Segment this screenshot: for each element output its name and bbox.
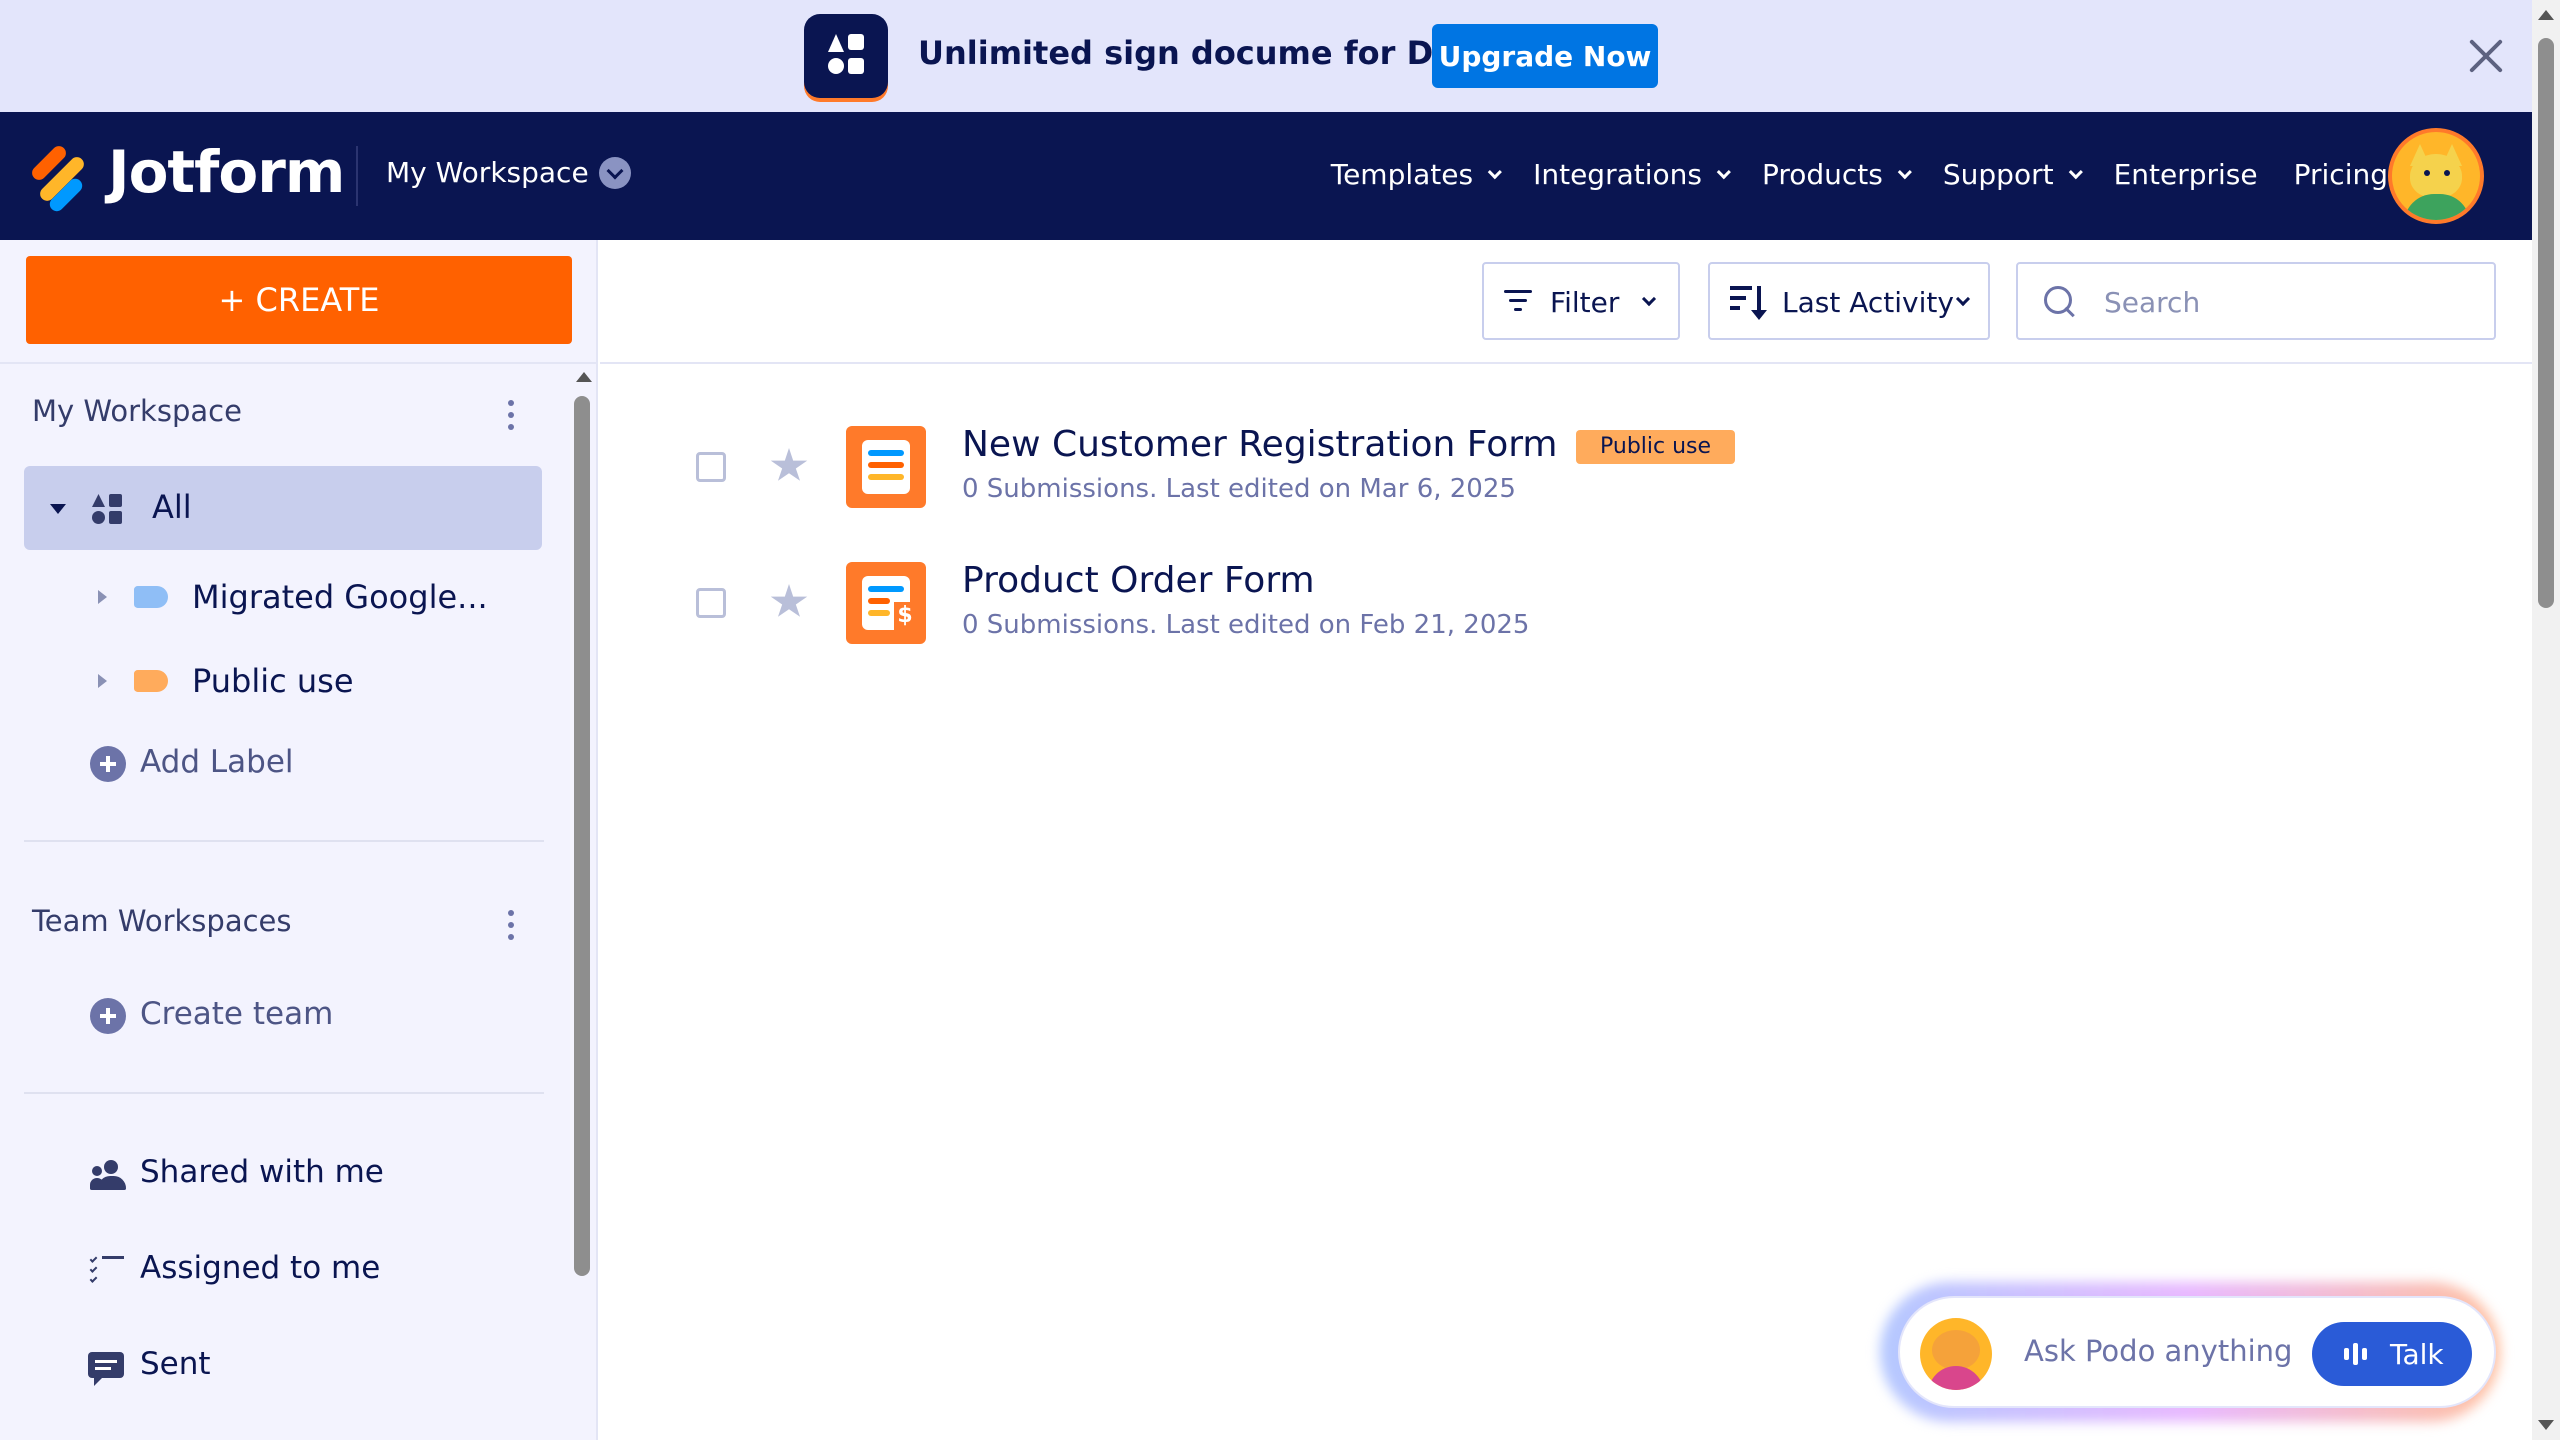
sent-message-icon (88, 1352, 124, 1386)
form-title[interactable]: Product Order Form (962, 560, 1315, 601)
form-icon (846, 426, 926, 508)
podo-avatar (1920, 1318, 1992, 1390)
nav-templates[interactable]: Templates (1331, 158, 1502, 191)
scrollbar-thumb[interactable] (574, 396, 590, 1276)
apps-grid-icon (92, 494, 124, 524)
caret-right-icon[interactable] (98, 590, 107, 604)
promo-text: Unlimited sign docume for Demo (918, 34, 1511, 72)
search-input[interactable] (2104, 274, 2484, 330)
jotform-logo-text[interactable]: Jotform (108, 138, 345, 206)
nav-divider (356, 146, 358, 206)
nav-pricing[interactable]: Pricing (2294, 158, 2388, 191)
sidebar: + CREATE My Workspace All Migrated Googl… (0, 240, 598, 1440)
chevron-down-icon (1955, 291, 1971, 307)
form-row-product-order[interactable]: $ Product Order Form 0 Submissions. Last… (600, 548, 2500, 658)
caret-down-icon[interactable] (50, 504, 66, 514)
ask-podo-widget[interactable]: Ask Podo anything Talk (1898, 1296, 2496, 1408)
add-label-icon[interactable] (90, 746, 126, 782)
sidebar-label-migrated-google[interactable]: Migrated Google... (0, 566, 560, 626)
jotform-logo-icon[interactable] (28, 142, 88, 215)
ask-podo-input[interactable]: Ask Podo anything (2024, 1334, 2292, 1368)
nav-products[interactable]: Products (1762, 158, 1912, 191)
divider (0, 362, 598, 364)
chevron-down-icon (1487, 164, 1502, 179)
sort-button[interactable]: Last Activity (1708, 262, 1990, 340)
sidebar-item-shared-with-me[interactable]: Shared with me (140, 1154, 384, 1190)
sign-app-icon (804, 14, 888, 98)
divider (600, 362, 2532, 364)
chevron-down-icon (1716, 164, 1731, 179)
filter-icon (1504, 290, 1532, 312)
select-checkbox[interactable] (696, 588, 726, 618)
chevron-down-icon (1897, 164, 1912, 179)
add-label-link[interactable]: Add Label (140, 744, 294, 780)
sidebar-item-assigned-to-me[interactable]: Assigned to me (140, 1250, 380, 1286)
dollar-icon: $ (894, 602, 916, 630)
team-workspaces-title: Team Workspaces (32, 904, 292, 938)
upgrade-now-button[interactable]: Upgrade Now (1432, 24, 1658, 88)
create-team-icon[interactable] (90, 998, 126, 1034)
form-meta: 0 Submissions. Last edited on Mar 6, 202… (962, 474, 1516, 504)
search-icon (2044, 286, 2078, 320)
page-scrollbar[interactable] (2532, 0, 2560, 1440)
nav-enterprise[interactable]: Enterprise (2114, 158, 2258, 191)
divider (24, 840, 544, 842)
sort-descending-icon (1730, 284, 1767, 320)
label-tag-icon (134, 586, 168, 608)
label-badge: Public use (1576, 430, 1736, 464)
form-row-new-customer-registration[interactable]: New Customer Registration Form Public us… (600, 412, 2500, 522)
scroll-up-arrow-icon[interactable] (2538, 10, 2554, 20)
scroll-down-arrow-icon[interactable] (2538, 1420, 2554, 1430)
select-checkbox[interactable] (696, 452, 726, 482)
nav-links: Templates Integrations Products Support … (1331, 158, 2388, 191)
form-title[interactable]: New Customer Registration Form (962, 424, 1558, 465)
promo-banner: Unlimited sign docume for Demo Upgrade N… (0, 0, 2532, 112)
payment-form-icon: $ (846, 562, 926, 644)
caret-right-icon[interactable] (98, 674, 107, 688)
scroll-up-arrow-icon[interactable] (576, 372, 592, 382)
voice-wave-icon (2344, 1343, 2368, 1365)
divider (24, 1092, 544, 1094)
shared-users-icon (90, 1160, 126, 1190)
star-icon[interactable] (770, 584, 808, 617)
star-icon[interactable] (770, 448, 808, 481)
talk-button[interactable]: Talk (2312, 1322, 2472, 1386)
scrollbar-thumb[interactable] (2538, 38, 2554, 608)
sidebar-item-all[interactable]: All (24, 466, 542, 550)
sidebar-scrollbar[interactable] (570, 364, 596, 1440)
user-avatar[interactable] (2388, 128, 2484, 224)
more-options-icon[interactable] (508, 400, 514, 430)
more-options-icon[interactable] (508, 910, 514, 940)
chevron-down-icon (598, 156, 631, 189)
sidebar-label-public-use[interactable]: Public use (0, 650, 560, 710)
sidebar-item-sent[interactable]: Sent (140, 1346, 211, 1382)
top-navigation: Jotform My Workspace Templates Integrati… (0, 112, 2532, 240)
nav-integrations[interactable]: Integrations (1533, 158, 1731, 191)
form-meta: 0 Submissions. Last edited on Feb 21, 20… (962, 610, 1530, 640)
my-workspace-title: My Workspace (32, 394, 242, 428)
nav-support[interactable]: Support (1943, 158, 2083, 191)
workspace-switcher[interactable]: My Workspace (386, 156, 631, 189)
filter-button[interactable]: Filter (1482, 262, 1680, 340)
create-button[interactable]: + CREATE (26, 256, 572, 344)
chevron-down-icon (1641, 291, 1657, 307)
search-box (2016, 262, 2496, 340)
close-icon[interactable] (2462, 32, 2510, 80)
chevron-down-icon (2068, 164, 2083, 179)
checklist-icon (89, 1255, 124, 1286)
label-tag-icon (134, 670, 168, 692)
create-team-link[interactable]: Create team (140, 996, 333, 1032)
workspace-label: My Workspace (386, 156, 589, 189)
